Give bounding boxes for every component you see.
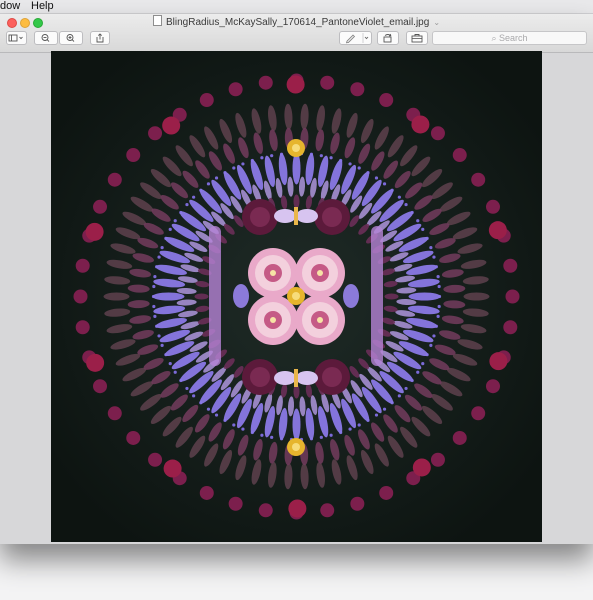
- chevron-down-icon[interactable]: ⌄: [433, 18, 440, 27]
- menu-bar: dow Help: [0, 0, 593, 14]
- menu-item-help[interactable]: Help: [31, 0, 54, 13]
- rotate-button[interactable]: [377, 31, 399, 45]
- zoom-in-button[interactable]: [59, 31, 83, 45]
- rotate-icon: [383, 33, 392, 43]
- zoom-in-icon: [66, 34, 75, 42]
- sidebar-button[interactable]: [6, 31, 27, 45]
- window-title: BlingRadius_McKaySally_170614_PantoneVio…: [0, 15, 593, 30]
- zoom-out-button[interactable]: [34, 31, 58, 45]
- document-icon: [152, 15, 162, 26]
- toolbox-icon: [411, 34, 423, 43]
- image-view[interactable]: [51, 51, 542, 542]
- title-bar: BlingRadius_McKaySally_170614_PantoneVio…: [0, 14, 593, 53]
- window-title-text: BlingRadius_McKaySally_170614_PantoneVio…: [165, 17, 430, 28]
- search-icon: ⌕: [491, 33, 497, 43]
- pen-icon: [346, 33, 369, 44]
- sidebar-icon: [8, 34, 23, 42]
- menu-item-window[interactable]: dow: [0, 0, 20, 13]
- search-placeholder: Search: [499, 33, 528, 43]
- preview-window: BlingRadius_McKaySally_170614_PantoneVio…: [0, 14, 593, 544]
- toolbox-button[interactable]: [406, 31, 428, 45]
- markup-button[interactable]: [339, 31, 372, 45]
- mandala-image: [51, 51, 542, 542]
- search-input[interactable]: ⌕ Search: [432, 31, 587, 45]
- share-button[interactable]: [90, 31, 110, 45]
- share-icon: [96, 33, 104, 43]
- zoom-out-icon: [41, 34, 50, 42]
